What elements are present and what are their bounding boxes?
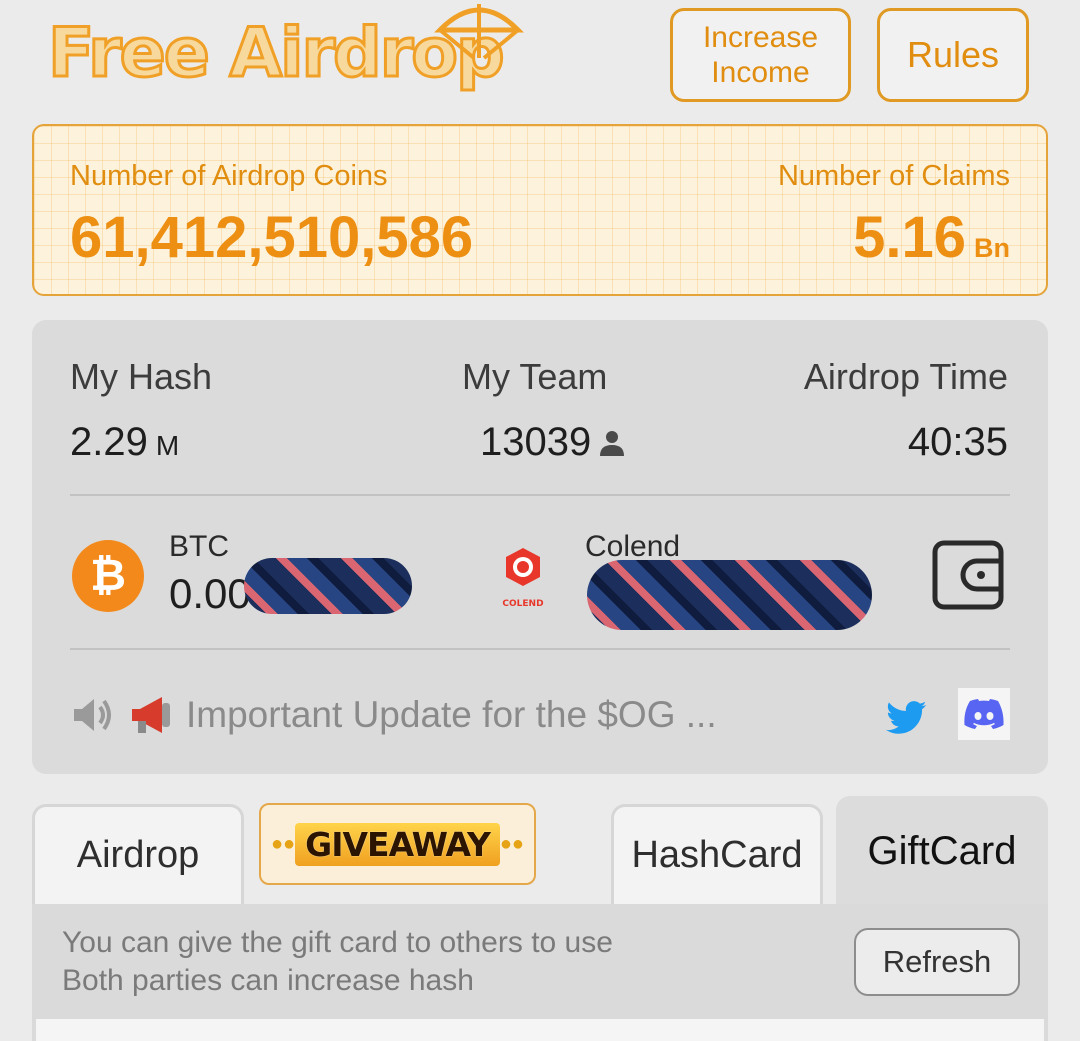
giveaway-label: GIVEAWAY xyxy=(295,822,500,866)
increase-income-label-line2: Income xyxy=(711,56,810,89)
claims-value-group: 5.16 Bn xyxy=(853,204,1010,271)
airdrop-coins-value: 61,412,510,586 xyxy=(70,205,474,270)
my-hash-unit: M xyxy=(155,430,180,461)
increase-income-button[interactable]: Increase Income xyxy=(670,8,851,102)
divider xyxy=(70,648,1010,650)
redacted-colend-balance xyxy=(587,560,872,630)
megaphone-icon xyxy=(132,697,170,733)
divider xyxy=(70,494,1010,496)
twitter-icon[interactable] xyxy=(886,700,928,736)
parachute-icon xyxy=(434,4,524,60)
refresh-button[interactable]: Refresh xyxy=(854,928,1020,996)
discord-icon[interactable] xyxy=(958,688,1010,740)
giftcard-panel: You can give the gift card to others to … xyxy=(32,904,1048,1041)
claims-label: Number of Claims xyxy=(777,160,1010,192)
claims-value: 5.16 xyxy=(853,205,966,270)
btc-balance: 0.00 xyxy=(169,570,251,617)
my-team-label: My Team xyxy=(462,356,608,397)
airdrop-time-value: 40:35 xyxy=(907,420,1008,464)
person-icon xyxy=(600,430,625,456)
my-team-value-group: 13039 xyxy=(480,420,627,465)
coins-decoration-icon: ●● xyxy=(270,832,296,855)
btc-label: BTC xyxy=(169,530,229,563)
my-team-value: 13039 xyxy=(480,420,592,464)
announcement-bar[interactable]: Important Update for the $OG ... xyxy=(72,692,772,738)
bitcoin-icon: ₿ xyxy=(72,540,144,612)
claims-unit: Bn xyxy=(974,233,1010,263)
colend-logo-icon: COLEND xyxy=(502,548,544,609)
wallet-icon[interactable] xyxy=(931,539,1005,611)
tab-giftcard[interactable]: GiftCard xyxy=(836,796,1048,906)
announcement-text: Important Update for the $OG ... xyxy=(186,694,717,735)
airdrop-stats-card: Number of Airdrop Coins 61,412,510,586 N… xyxy=(32,124,1048,296)
account-panel: My Hash 2.29 M My Team 13039 Airdrop Time… xyxy=(32,320,1048,774)
increase-income-label-line1: Increase xyxy=(702,21,819,54)
colend-logo-text: COLEND xyxy=(502,599,543,609)
giveaway-banner[interactable]: ●● GIVEAWAY ●● xyxy=(259,803,536,885)
app-logo: Free Airdrop xyxy=(47,0,548,105)
giftcard-description-line2: Both parties can increase hash xyxy=(62,964,474,997)
airdrop-coins-label: Number of Airdrop Coins xyxy=(70,160,388,192)
tab-hashcard[interactable]: HashCard xyxy=(611,804,823,904)
discord-logo xyxy=(964,699,1004,729)
redacted-btc-balance xyxy=(244,558,412,614)
airdrop-time-label: Airdrop Time xyxy=(803,356,1008,397)
my-hash-label: My Hash xyxy=(70,356,213,397)
speaker-icon xyxy=(74,699,111,731)
coins-decoration-icon: ●● xyxy=(499,832,525,855)
rules-button[interactable]: Rules xyxy=(877,8,1029,102)
colend-label: Colend xyxy=(585,530,681,563)
my-hash-value: 2.29 xyxy=(70,420,148,464)
my-hash-value-group: 2.29 M xyxy=(70,420,179,465)
tab-airdrop[interactable]: Airdrop xyxy=(32,804,244,904)
giftcard-list xyxy=(36,1019,1044,1041)
giftcard-description-line1: You can give the gift card to others to … xyxy=(62,926,613,959)
